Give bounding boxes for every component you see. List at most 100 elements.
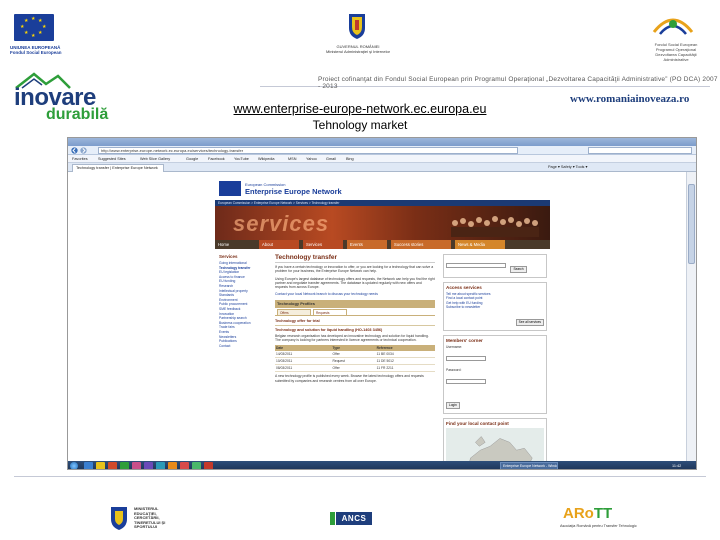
username-field[interactable] <box>446 355 486 361</box>
scrollbar[interactable] <box>686 172 696 461</box>
eu-logo-text: UNIUNEA EUROPEANĂ Fondul Social European <box>10 45 62 55</box>
ie-taskbar-icon[interactable] <box>84 462 93 469</box>
contact-link[interactable]: Contact your local Network branch to dis… <box>275 292 435 296</box>
favorites-item[interactable]: Yahoo <box>306 156 317 162</box>
favorites-item[interactable]: Facebook <box>208 156 225 162</box>
table-cell: Offer <box>331 364 376 373</box>
menu-success-stories[interactable]: Success stories <box>391 240 451 249</box>
access-services-title: Access services <box>446 285 482 290</box>
left-nav: Services Going international Technology … <box>219 254 267 459</box>
favorites-item[interactable]: Bing <box>346 156 354 162</box>
password-label: Password: <box>446 367 462 372</box>
menu-about[interactable]: About <box>259 240 299 249</box>
address-bar[interactable]: http://www.enterprise-europe-network.ec.… <box>98 147 518 154</box>
ministry-crest-icon <box>111 507 127 530</box>
app-taskbar-icon[interactable] <box>192 462 201 469</box>
windows-taskbar: Enterprise Europe Network - Windows Inte… <box>68 461 696 469</box>
favorites-item[interactable]: Web Slice Gallery <box>140 156 170 162</box>
profiles-table: Date Type Reference 14/03/2011 Offer 11 … <box>275 345 435 373</box>
bottom-paragraph: A new technology profile is published ev… <box>275 374 424 383</box>
powerpoint-taskbar-icon[interactable] <box>204 462 213 469</box>
tab-requests[interactable]: Requests <box>313 308 347 316</box>
favorites-item[interactable]: Favorites <box>72 156 88 162</box>
tab-offers[interactable]: Offers <box>277 308 311 316</box>
technology-profiles-header: Technology Profiles <box>275 299 435 308</box>
favorites-item[interactable]: Suggested Sites <box>98 156 126 162</box>
project-cofinancing-line: Proiect cofinanţat din Fondul Social Eur… <box>318 76 718 90</box>
see-all-services-button[interactable]: See all services <box>515 318 544 326</box>
een-header: European Commission Enterprise Europe Ne… <box>215 178 550 200</box>
romanian-coat-of-arms-icon <box>349 14 365 39</box>
ancs-logo: ANCS <box>336 512 372 525</box>
active-task-button[interactable]: Enterprise Europe Network - Windows Inte… <box>500 462 558 469</box>
menu-home[interactable]: Home <box>215 240 255 249</box>
menu-services[interactable]: Services <box>303 240 343 249</box>
intro-paragraph: If you have a certain technology or inno… <box>275 265 434 274</box>
divider <box>275 324 435 326</box>
site-search-button[interactable]: Search <box>510 266 527 273</box>
site-search-input[interactable] <box>446 263 506 269</box>
favorites-item[interactable]: Gmail <box>326 156 336 162</box>
table-row[interactable]: 08/03/2011 Offer 11 FR 2211 <box>275 364 435 373</box>
explorer-taskbar-icon[interactable] <box>96 462 105 469</box>
members-corner-title: Members' corner <box>446 337 483 343</box>
browser-tab[interactable]: Technology transfer | Enterprise Europe … <box>72 164 164 172</box>
main-content: Technology transfer If you have a certai… <box>275 254 435 459</box>
slide-url-link[interactable]: www.enterprise-europe-network.ec.europa.… <box>0 102 720 116</box>
intro-paragraph-2: Using Europe's largest database of techn… <box>275 276 435 290</box>
eu-flag-logo: ★ ★ ★ ★ ★ ★ ★ ★ <box>14 14 54 41</box>
browser-search-input[interactable] <box>588 147 692 154</box>
table-cell: 11 FR 2211 <box>375 364 435 373</box>
forward-icon[interactable] <box>80 147 87 154</box>
search-box: Search <box>443 254 547 278</box>
ec-flag-logo <box>219 181 241 196</box>
menu-events[interactable]: Events <box>347 240 387 249</box>
table-cell: 11 DE 5012 <box>375 357 435 366</box>
media-player-taskbar-icon[interactable] <box>108 462 117 469</box>
slide-title: Tehnology market <box>312 118 408 132</box>
scrollbar-thumb[interactable] <box>688 184 695 264</box>
browser-tools-menu[interactable]: Page ▾ Safety ▾ Tools ▾ <box>548 164 587 171</box>
een-name: Enterprise Europe Network <box>245 187 342 196</box>
browser-navbar: http://www.enterprise-europe-network.ec.… <box>68 146 696 155</box>
app-taskbar-icon[interactable] <box>180 462 189 469</box>
browser-screenshot: http://www.enterprise-europe-network.ec.… <box>67 137 697 470</box>
left-nav-title: Services <box>219 254 238 259</box>
favorites-item[interactable]: Google <box>186 156 198 162</box>
government-logo-text: GUVERNUL ROMÂNIEI Ministerul Administraţi… <box>325 44 391 54</box>
arott-logo-subtitle: Asociaţia Română pentru Transfer Tehnolo… <box>560 524 637 528</box>
find-contact-title: Find your local contact point <box>446 420 509 426</box>
table-cell: 10/03/2011 <box>275 357 332 366</box>
offer-title[interactable]: Technology and solution for liquid handl… <box>275 328 435 332</box>
app-taskbar-icon[interactable] <box>120 462 129 469</box>
crowd-image <box>451 216 539 237</box>
footer-divider <box>14 476 706 477</box>
app-taskbar-icon[interactable] <box>168 462 177 469</box>
app-taskbar-icon[interactable] <box>132 462 141 469</box>
een-page: European Commission Enterprise Europe Ne… <box>215 178 550 469</box>
menu-news-media[interactable]: News & Media <box>455 240 505 249</box>
table-row[interactable]: 10/03/2011 Request 11 DE 5012 <box>275 357 435 366</box>
app-taskbar-icon[interactable] <box>144 462 153 469</box>
offer-description: Belgian research organisation has develo… <box>275 333 429 343</box>
right-column: Search Access services Tell me about spe… <box>443 254 547 469</box>
offer-heading[interactable]: Technology offer for trial <box>275 319 435 323</box>
app-taskbar-icon[interactable] <box>156 462 165 469</box>
favorites-item[interactable]: MSN <box>288 156 296 162</box>
access-services-box: Access services Tell me about specific s… <box>443 282 547 331</box>
browser-titlebar <box>68 138 696 146</box>
fse-programme-logo-text: Fondul Social European Programul Operaţio… <box>654 42 698 62</box>
favorites-bar: Favorites Suggested Sites Web Slice Gall… <box>68 155 696 163</box>
password-field[interactable] <box>446 378 486 384</box>
login-button[interactable]: Login <box>446 401 460 409</box>
arott-logo: ARoTT <box>563 505 613 522</box>
back-icon[interactable] <box>71 147 78 154</box>
favorites-item[interactable]: Wikipedia <box>258 156 274 162</box>
ancs-logo-accent <box>330 512 335 525</box>
left-nav-item[interactable]: Contact <box>219 344 267 349</box>
services-banner: services <box>215 206 550 240</box>
username-label: Username: <box>446 344 463 349</box>
favorites-item[interactable]: YouTube <box>234 156 249 162</box>
start-button-icon[interactable] <box>70 462 78 469</box>
ministry-logo-text: MINISTERUL EDUCAŢIEI, CERCETĂRII, TINERETU… <box>134 506 166 530</box>
